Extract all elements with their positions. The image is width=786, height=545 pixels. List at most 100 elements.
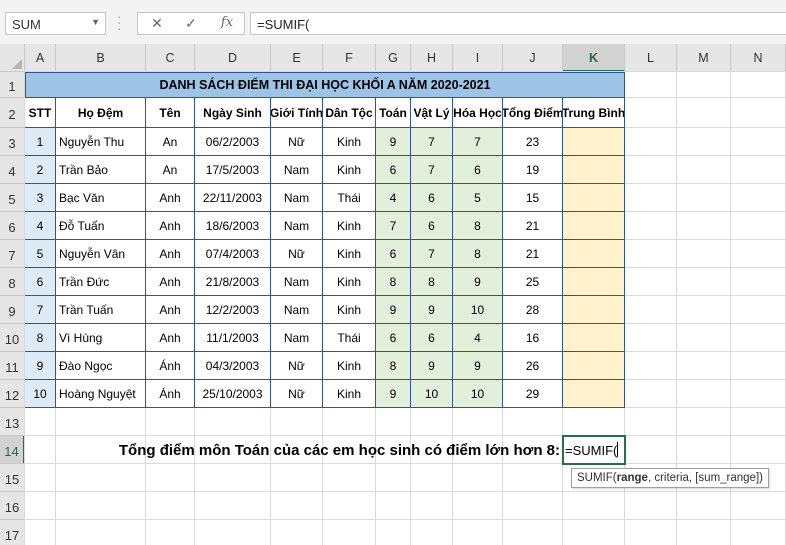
table-cell[interactable]: Trần Bảo [56,156,146,184]
table-cell[interactable]: 6 [411,212,453,240]
table-cell[interactable]: 7 [411,128,453,156]
column-header-i[interactable]: I [453,44,503,72]
table-cell[interactable]: 18/6/2003 [195,212,271,240]
table-cell[interactable]: 9 [411,296,453,324]
chevron-down-icon[interactable]: ▼ [91,17,100,27]
table-cell[interactable]: Kinh [323,240,376,268]
table-cell[interactable]: 9 [376,380,411,408]
table-cell[interactable]: 9 [411,352,453,380]
table-cell[interactable]: 6 [411,324,453,352]
table-cell[interactable]: Vì Hùng [56,324,146,352]
table-cell[interactable]: 11/1/2003 [195,324,271,352]
column-header-a[interactable]: A [25,44,56,72]
average-cell[interactable] [563,380,625,408]
table-cell[interactable]: 17/5/2003 [195,156,271,184]
table-cell[interactable]: Nam [271,212,323,240]
row-header-5[interactable]: 5 [0,184,25,212]
table-header-cell[interactable]: Dân Tộc [323,98,376,128]
row-header-13[interactable]: 13 [0,408,25,436]
enter-icon[interactable]: ✓ [178,15,204,33]
function-tooltip[interactable]: SUMIF(range, criteria, [sum_range]) [571,468,769,488]
table-cell[interactable]: 3 [25,184,56,212]
row-header-15[interactable]: 15 [0,464,25,492]
table-cell[interactable]: Ánh [146,352,195,380]
table-cell[interactable]: 2 [25,156,56,184]
table-cell[interactable]: 8 [453,240,503,268]
table-cell[interactable]: 10 [453,296,503,324]
average-cell[interactable] [563,296,625,324]
table-cell[interactable]: 21 [503,240,563,268]
table-cell[interactable]: 9 [453,268,503,296]
table-cell[interactable]: An [146,128,195,156]
table-cell[interactable]: Nữ [271,128,323,156]
column-header-j[interactable]: J [503,44,563,72]
table-cell[interactable]: 12/2/2003 [195,296,271,324]
row-header-14[interactable]: 14 [0,436,25,464]
column-header-b[interactable]: B [56,44,146,72]
insert-function-icon[interactable]: fx [214,15,240,33]
table-cell[interactable]: Anh [146,268,195,296]
column-header-m[interactable]: M [677,44,731,72]
table-cell[interactable]: 25 [503,268,563,296]
table-cell[interactable]: 21 [503,212,563,240]
table-cell[interactable]: Bạc Văn [56,184,146,212]
table-cell[interactable]: 7 [376,212,411,240]
table-cell[interactable]: 16 [503,324,563,352]
table-cell[interactable]: 23 [503,128,563,156]
average-cell[interactable] [563,240,625,268]
tooltip-arg-range[interactable]: range [617,472,648,484]
table-cell[interactable]: 06/2/2003 [195,128,271,156]
table-header-cell[interactable]: Tên [146,98,195,128]
table-cell[interactable]: 7 [453,128,503,156]
table-cell[interactable]: 04/3/2003 [195,352,271,380]
table-cell[interactable]: 5 [25,240,56,268]
table-cell[interactable]: 4 [25,212,56,240]
table-cell[interactable]: 15 [503,184,563,212]
table-cell[interactable]: 22/11/2003 [195,184,271,212]
table-cell[interactable]: 6 [25,268,56,296]
table-header-cell[interactable]: Giới Tính [271,98,323,128]
table-cell[interactable]: 4 [376,184,411,212]
table-cell[interactable]: Anh [146,324,195,352]
table-cell[interactable]: Kinh [323,128,376,156]
table-cell[interactable]: Nam [271,268,323,296]
table-cell[interactable]: Nam [271,324,323,352]
table-cell[interactable]: Ánh [146,380,195,408]
sheet-title[interactable]: DANH SÁCH ĐIỂM THI ĐẠI HỌC KHỐI A NĂM 20… [25,72,625,98]
table-cell[interactable]: 21/8/2003 [195,268,271,296]
row-header-10[interactable]: 10 [0,324,25,352]
formula-input[interactable]: =SUMIF( [250,12,786,35]
table-cell[interactable]: Kinh [323,268,376,296]
table-cell[interactable]: Nam [271,296,323,324]
table-header-cell[interactable]: Ngày Sinh [195,98,271,128]
average-cell[interactable] [563,156,625,184]
table-header-cell[interactable]: STT [25,98,56,128]
table-header-cell[interactable]: Toán [376,98,411,128]
table-cell[interactable]: Kinh [323,380,376,408]
column-header-e[interactable]: E [271,44,323,72]
average-cell[interactable] [563,268,625,296]
row-header-9[interactable]: 9 [0,296,25,324]
row-header-8[interactable]: 8 [0,268,25,296]
table-cell[interactable]: 8 [376,268,411,296]
table-cell[interactable]: Nam [271,184,323,212]
row-header-7[interactable]: 7 [0,240,25,268]
table-cell[interactable]: 9 [25,352,56,380]
table-cell[interactable]: 8 [411,268,453,296]
row-header-17[interactable]: 17 [0,520,25,545]
row-header-12[interactable]: 12 [0,380,25,408]
table-cell[interactable]: 10 [411,380,453,408]
drag-handle-icon[interactable]: · · · [117,10,121,35]
row-header-4[interactable]: 4 [0,156,25,184]
table-cell[interactable]: Anh [146,184,195,212]
average-cell[interactable] [563,184,625,212]
table-cell[interactable]: 26 [503,352,563,380]
row-header-3[interactable]: 3 [0,128,25,156]
table-header-cell[interactable]: Họ Đệm [56,98,146,128]
table-cell[interactable]: 07/4/2003 [195,240,271,268]
table-cell[interactable]: Trần Đức [56,268,146,296]
table-cell[interactable]: 8 [25,324,56,352]
average-cell[interactable] [563,352,625,380]
cancel-icon[interactable]: ✕ [144,15,170,33]
table-cell[interactable]: Hoàng Nguyệt [56,380,146,408]
